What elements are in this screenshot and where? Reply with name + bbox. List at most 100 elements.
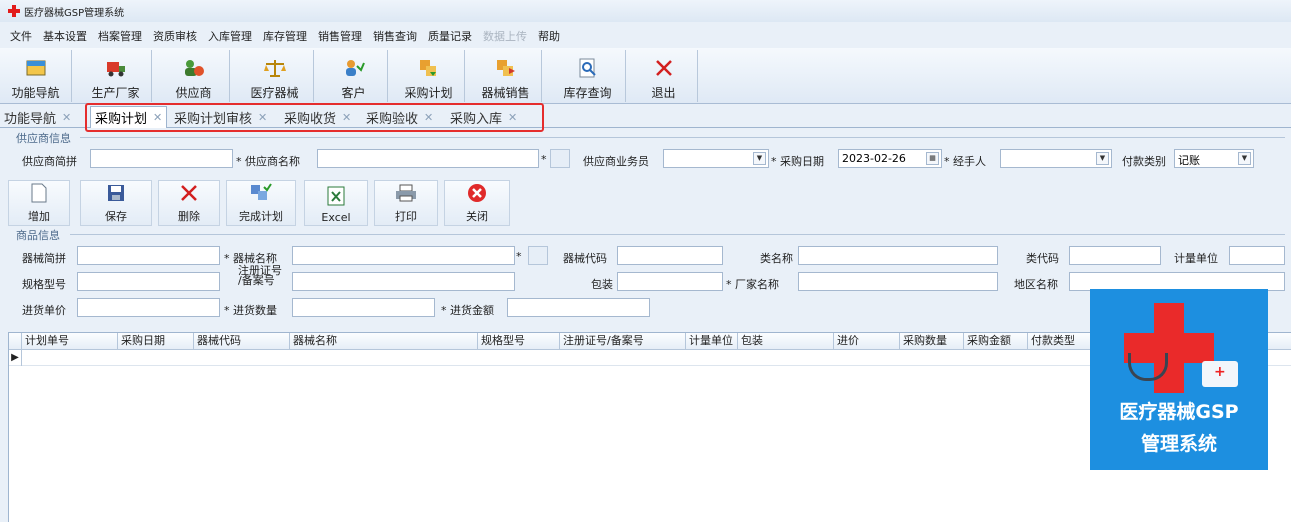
tab-navigation[interactable]: 功能导航 ✕	[0, 106, 75, 128]
col-unit[interactable]: 计量单位	[686, 333, 738, 350]
menu-help[interactable]: 帮助	[538, 28, 560, 44]
supplier-salesman-label: 供应商业务员	[583, 155, 649, 168]
toolbar-manufacturer-button[interactable]: 生产厂家	[80, 50, 152, 102]
device-name-required-mark: *	[516, 250, 522, 263]
unit-price-input[interactable]	[77, 298, 220, 317]
menu-inbound[interactable]: 入库管理	[208, 28, 252, 44]
menu-sales[interactable]: 销售管理	[318, 28, 362, 44]
payment-type-label: 付款类别	[1122, 155, 1166, 168]
amount-input[interactable]	[507, 298, 650, 317]
print-button[interactable]: 打印	[374, 180, 438, 226]
maker-name-input[interactable]	[798, 272, 998, 291]
device-name-input[interactable]	[292, 246, 515, 265]
toolbar-purchase-plan-button[interactable]: 采购计划	[393, 50, 465, 102]
exit-icon	[653, 58, 675, 78]
delete-icon	[180, 182, 198, 204]
spec-label: 规格型号	[22, 278, 66, 291]
col-plan-no[interactable]: 计划单号	[22, 333, 118, 350]
row-pointer-icon: ▶	[9, 350, 22, 366]
class-code-input[interactable]	[1069, 246, 1161, 265]
col-package[interactable]: 包装	[738, 333, 834, 350]
menu-basic-settings[interactable]: 基本设置	[43, 28, 87, 44]
device-short-input[interactable]	[77, 246, 220, 265]
package-label: 包装	[591, 278, 613, 291]
menu-bar: 文件 基本设置 档案管理 资质审核 入库管理 库存管理 销售管理 销售查询 质量…	[0, 26, 1291, 46]
red-cross-icon	[1124, 303, 1214, 393]
col-device-name[interactable]: 器械名称	[290, 333, 478, 350]
category-name-input[interactable]	[798, 246, 998, 265]
col-amount[interactable]: 采购金额	[964, 333, 1028, 350]
close-button[interactable]: 关闭	[444, 180, 510, 226]
col-purchase-date[interactable]: 采购日期	[118, 333, 194, 350]
menu-quality[interactable]: 质量记录	[428, 28, 472, 44]
registration-input[interactable]	[292, 272, 515, 291]
save-disk-icon	[107, 182, 125, 204]
complete-plan-icon	[250, 182, 272, 204]
quantity-input[interactable]	[292, 298, 435, 317]
toolbar-inventory-query-button[interactable]: 库存查询	[550, 50, 626, 102]
add-button[interactable]: 增加	[8, 180, 70, 226]
supplier-group-line	[80, 137, 1285, 138]
menu-archive[interactable]: 档案管理	[98, 28, 142, 44]
menu-qualification[interactable]: 资质审核	[153, 28, 197, 44]
quantity-label: * 进货数量	[224, 304, 277, 317]
excel-icon	[327, 185, 345, 207]
menu-sales-query[interactable]: 销售查询	[373, 28, 417, 44]
supplier-code-label: 供应商简拼	[22, 155, 77, 168]
package-input[interactable]	[617, 272, 723, 291]
supplier-salesman-dropdown[interactable]: ▼	[663, 149, 769, 168]
supplier-name-input[interactable]	[317, 149, 539, 168]
device-code-input[interactable]	[617, 246, 723, 265]
chevron-down-icon: ▼	[1238, 152, 1251, 165]
col-price[interactable]: 进价	[834, 333, 900, 350]
class-code-label: 类代码	[1026, 252, 1059, 265]
toolbar-exit-button[interactable]: 退出	[630, 50, 698, 102]
unit-label: 计量单位	[1174, 252, 1218, 265]
toolbar-navigation-button[interactable]: 功能导航	[0, 50, 72, 102]
printer-icon	[395, 182, 417, 204]
menu-file[interactable]: 文件	[10, 28, 32, 44]
device-code-label: 器械代码	[563, 252, 607, 265]
col-spec[interactable]: 规格型号	[478, 333, 560, 350]
payment-type-dropdown[interactable]: 记账 ▼	[1174, 149, 1254, 168]
menu-data-upload: 数据上传	[483, 30, 527, 43]
supplier-icon	[183, 58, 205, 78]
calendar-icon[interactable]: ▦	[926, 152, 939, 165]
col-device-code[interactable]: 器械代码	[194, 333, 290, 350]
delete-button[interactable]: 删除	[158, 180, 220, 226]
manufacturer-truck-icon	[105, 58, 127, 78]
col-quantity[interactable]: 采购数量	[900, 333, 964, 350]
spec-input[interactable]	[77, 272, 220, 291]
toolbar-device-sales-button[interactable]: 器械销售	[470, 50, 542, 102]
toolbar-medical-device-button[interactable]: 医疗器械	[236, 50, 314, 102]
col-registration[interactable]: 注册证号/备案号	[560, 333, 686, 350]
supplier-name-required-mark: *	[541, 153, 547, 166]
supplier-group-title: 供应商信息	[16, 132, 71, 145]
logo-title-line2: 管理系统	[1140, 433, 1217, 455]
unit-input[interactable]	[1229, 246, 1285, 265]
close-icon[interactable]: ✕	[62, 111, 71, 124]
supplier-code-input[interactable]	[90, 149, 233, 168]
toolbar-customer-button[interactable]: 客户	[320, 50, 388, 102]
excel-export-button[interactable]: Excel	[304, 180, 368, 226]
menu-inventory[interactable]: 库存管理	[263, 28, 307, 44]
navigation-icon	[25, 58, 47, 78]
chevron-down-icon: ▼	[1096, 152, 1109, 165]
toolbar-supplier-button[interactable]: 供应商	[158, 50, 230, 102]
product-group-title: 商品信息	[16, 229, 60, 242]
device-lookup-button[interactable]	[528, 246, 548, 265]
save-button[interactable]: 保存	[80, 180, 152, 226]
supplier-name-label: * 供应商名称	[236, 155, 300, 168]
registration-label: 注册证号/备案号	[238, 264, 282, 287]
supplier-lookup-button[interactable]	[550, 149, 570, 168]
app-logo-overlay: 医疗器械GSP 管理系统	[1090, 289, 1268, 470]
unit-price-label: 进货单价	[22, 304, 66, 317]
complete-plan-button[interactable]: 完成计划	[226, 180, 296, 226]
purchase-date-picker[interactable]: 2023-02-26 ▦	[838, 149, 942, 168]
handler-label: * 经手人	[944, 155, 986, 168]
region-name-label: 地区名称	[1014, 278, 1058, 291]
medical-kit-icon	[1202, 361, 1238, 387]
app-logo-cross-icon	[8, 5, 20, 17]
handler-dropdown[interactable]: ▼	[1000, 149, 1112, 168]
device-code-short-label: 器械简拼	[22, 252, 66, 265]
